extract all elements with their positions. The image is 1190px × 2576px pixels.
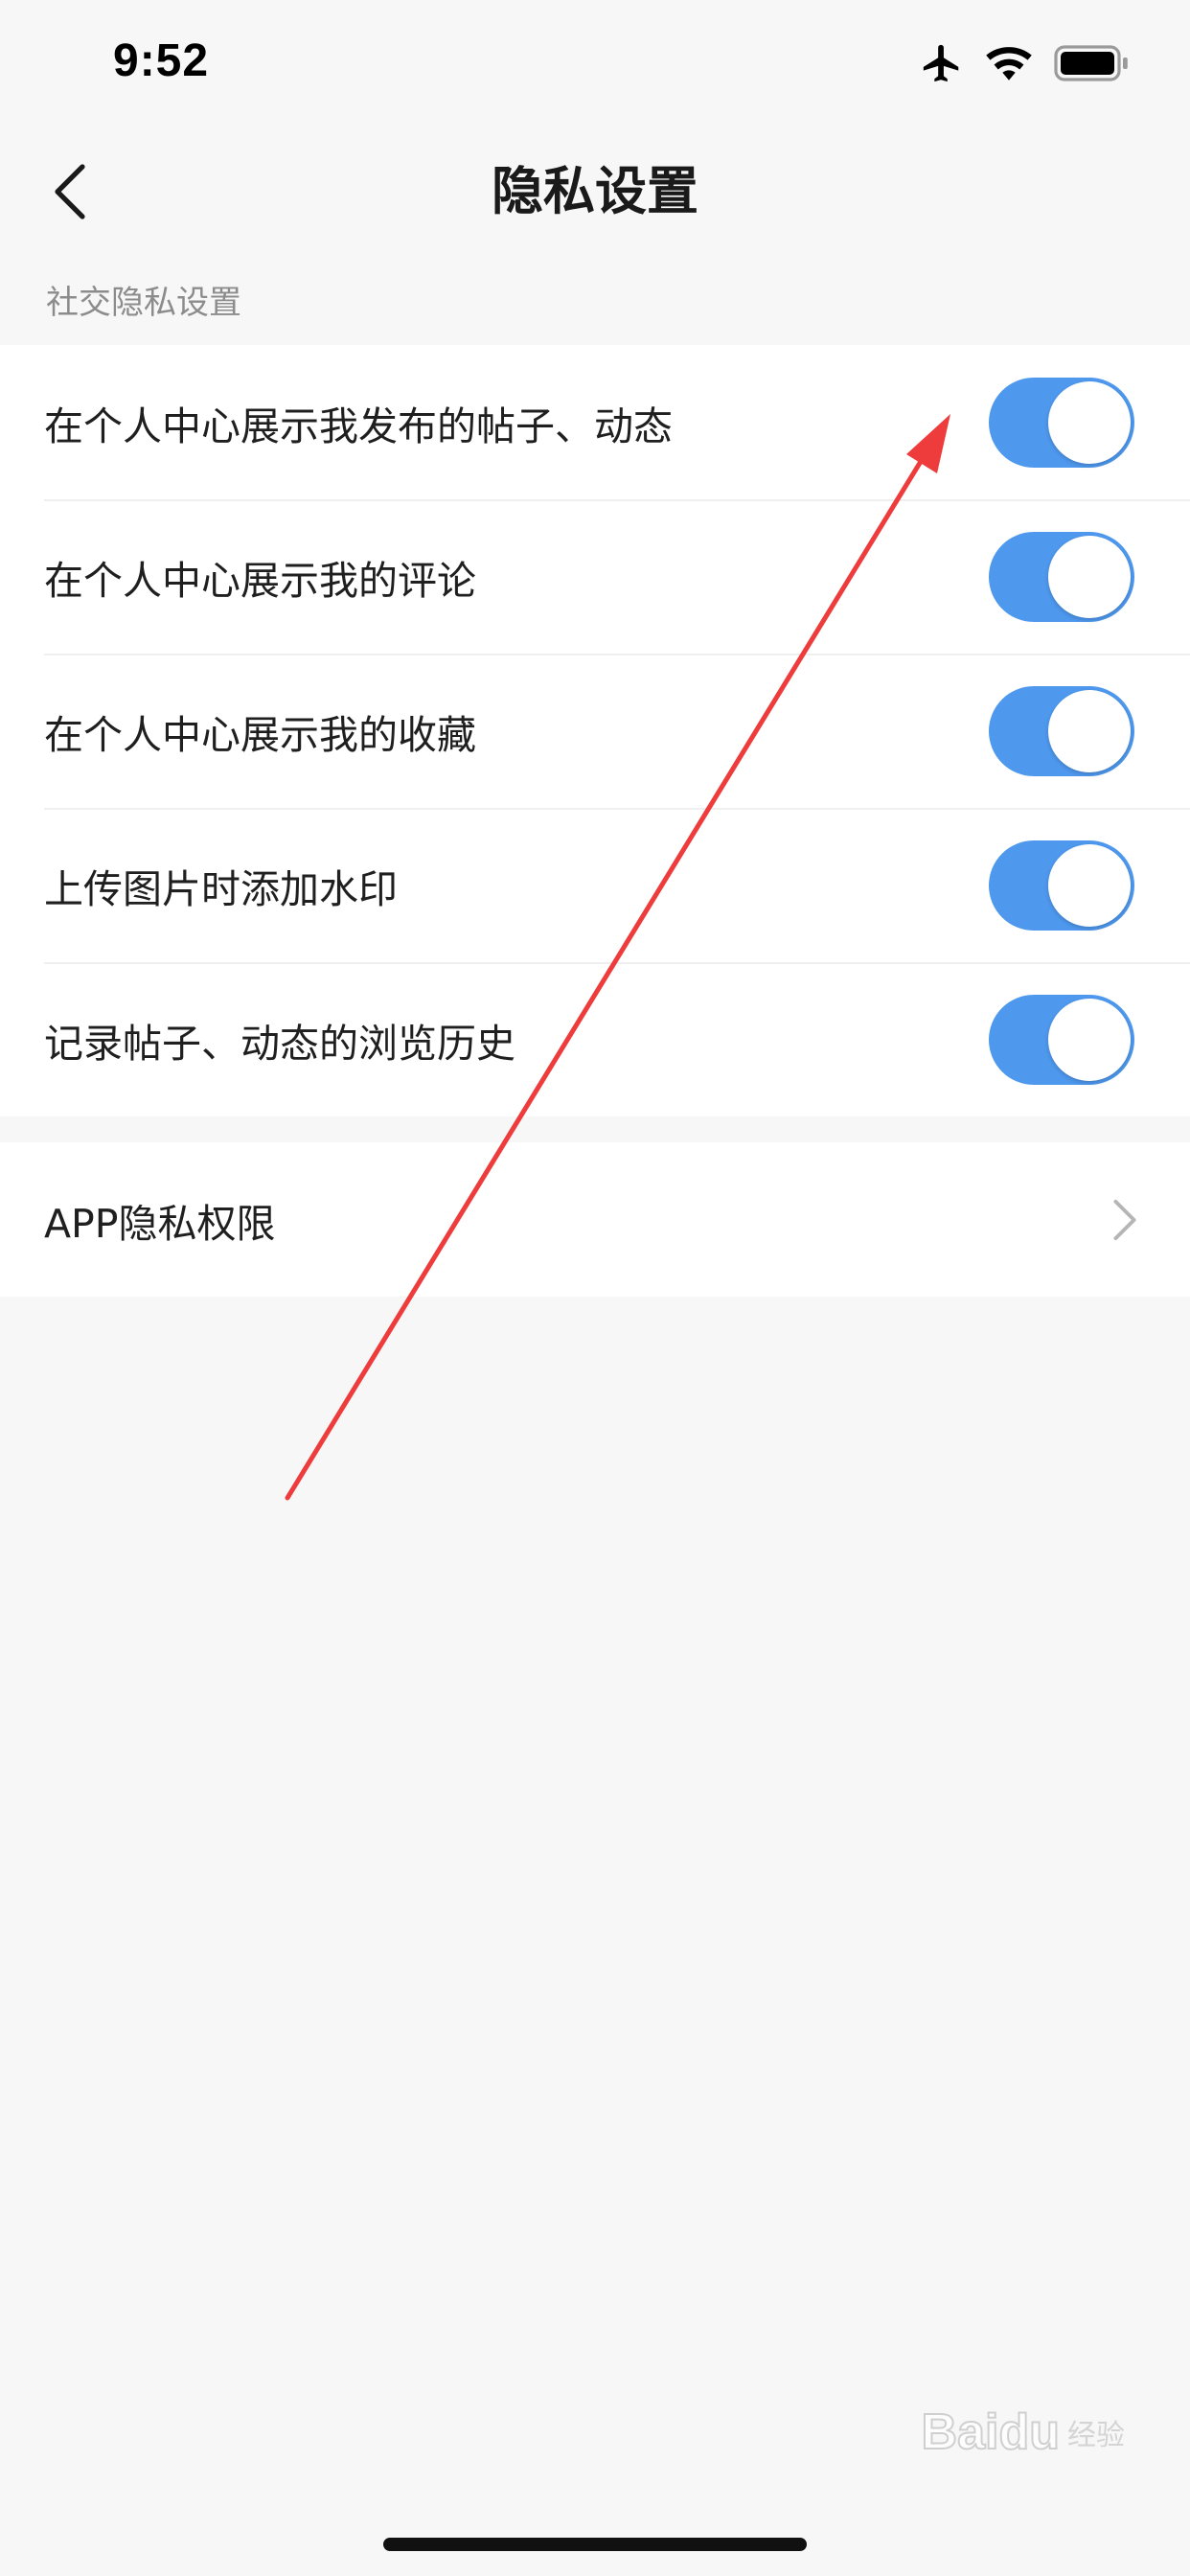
section-header: 社交隐私设置: [46, 284, 241, 322]
toggle-show-comments[interactable]: [989, 531, 1134, 622]
toggle-knob: [1048, 998, 1131, 1081]
page-title: 隐私设置: [492, 161, 698, 221]
home-indicator[interactable]: [383, 2538, 807, 2551]
app-privacy-permissions-label: APP隐私权限: [44, 1200, 276, 1247]
setting-row-browse-history: 记录帖子、动态的浏览历史: [0, 962, 1190, 1116]
status-bar: 9:52: [0, 0, 1190, 126]
setting-row-show-comments: 在个人中心展示我的评论: [0, 499, 1190, 654]
toggle-knob: [1048, 689, 1131, 772]
toggle-knob: [1048, 843, 1131, 927]
nav-bar: 隐私设置: [0, 134, 1190, 249]
status-icons: [920, 42, 1131, 88]
social-settings-list: 在个人中心展示我发布的帖子、动态 在个人中心展示我的评论 在个人中心展示我的收藏…: [0, 345, 1190, 1116]
setting-label: 在个人中心展示我的评论: [44, 557, 476, 604]
watermark-logo: Baidu: [921, 2404, 1061, 2461]
toggle-knob: [1048, 535, 1131, 618]
setting-label: 记录帖子、动态的浏览历史: [44, 1020, 515, 1067]
toggle-image-watermark[interactable]: [989, 840, 1134, 931]
setting-row-image-watermark: 上传图片时添加水印: [0, 808, 1190, 962]
toggle-browse-history[interactable]: [989, 994, 1134, 1085]
setting-label: 在个人中心展示我发布的帖子、动态: [44, 402, 673, 449]
battery-icon: [1054, 45, 1131, 85]
setting-label: 在个人中心展示我的收藏: [44, 711, 476, 758]
watermark-label: 经验: [1067, 2419, 1125, 2452]
wifi-icon: [985, 44, 1033, 86]
toggle-knob: [1048, 380, 1131, 464]
toggle-show-favorites[interactable]: [989, 685, 1134, 776]
app-privacy-permissions-row[interactable]: APP隐私权限: [0, 1142, 1190, 1297]
airplane-icon: [920, 41, 964, 89]
setting-row-show-favorites: 在个人中心展示我的收藏: [0, 654, 1190, 808]
toggle-show-posts[interactable]: [989, 377, 1134, 468]
watermark: Baidu 经验: [921, 2404, 1125, 2461]
setting-row-show-posts: 在个人中心展示我发布的帖子、动态: [0, 345, 1190, 499]
chevron-right-icon: [1113, 1199, 1136, 1241]
status-time: 9:52: [113, 35, 210, 86]
setting-label: 上传图片时添加水印: [44, 865, 398, 912]
